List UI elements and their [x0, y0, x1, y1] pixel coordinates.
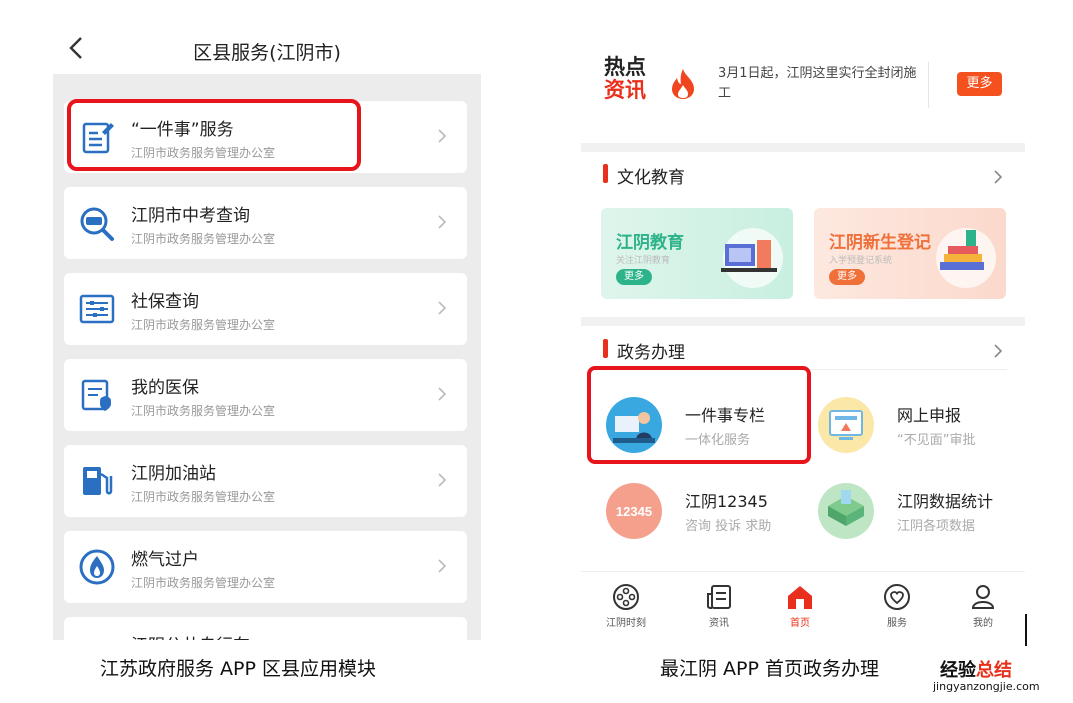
chevron-right-icon	[438, 559, 447, 573]
service-data-statistics[interactable]: 江阴数据统计 江阴各项数据	[817, 482, 1025, 552]
exam-search-icon	[80, 207, 114, 241]
card-subtitle: 关注江阴教育	[616, 256, 671, 266]
classroom-illustration-icon	[721, 228, 783, 288]
chevron-right-icon[interactable]	[993, 169, 1003, 185]
highlight-box-one-thing-service	[67, 99, 361, 171]
service-12345-hotline[interactable]: 12345 江阴12345 咨询 投诉 求助	[605, 482, 815, 552]
tab-jiangyin-moment[interactable]: 江阴时刻	[596, 582, 656, 629]
hot-news-logo: 热点 资讯	[604, 56, 654, 102]
item-title: 江阴公共自行车	[131, 631, 250, 640]
list-item[interactable]: 江阴加油站 江阴市政务服务管理办公室	[64, 445, 467, 517]
tab-news[interactable]: 资讯	[689, 582, 749, 629]
hot-news-title-line1: 热点	[604, 55, 646, 79]
home-icon	[788, 586, 812, 609]
bottom-tab-bar: 江阴时刻 资讯 首页 服务 我的	[581, 571, 1025, 640]
medical-insurance-icon	[81, 379, 111, 411]
chevron-right-icon	[438, 129, 447, 143]
tab-services[interactable]: 服务	[867, 582, 927, 629]
heart-service-icon	[884, 584, 910, 610]
tab-label: 资讯	[709, 618, 729, 629]
books-illustration-icon	[936, 228, 996, 288]
card-title: 江阴教育	[616, 233, 684, 253]
chevron-right-icon	[438, 387, 447, 401]
divider	[1025, 614, 1027, 646]
fuel-pump-icon	[83, 467, 113, 495]
left-header: 区县服务(江阴市)	[53, 18, 481, 74]
hot-news-title-line2: 资讯	[604, 78, 646, 102]
card-subtitle: 入学预登记系统	[829, 256, 893, 266]
watermark-text-a: 经验	[940, 660, 976, 681]
news-icon	[707, 585, 731, 609]
card-title: 江阴新生登记	[829, 233, 931, 253]
hot-news-headline[interactable]: 3月1日起，江阴这里实行全封闭施工	[718, 64, 918, 104]
section-accent-bar	[603, 164, 608, 183]
hotline-badge-text: 12345	[616, 504, 652, 519]
flame-icon	[672, 69, 694, 99]
edu-card[interactable]: 江阴教育 关注江阴教育 更多	[601, 208, 793, 299]
right-phone-screen: 热点 资讯 3月1日起，江阴这里实行全封闭施工 更多 文化教育 江阴教育 关注江…	[581, 28, 1025, 640]
section-separator	[581, 317, 1025, 326]
tab-home[interactable]: 首页	[770, 582, 830, 629]
service-subtitle: 咨询 投诉 求助	[685, 519, 772, 534]
tab-mine[interactable]: 我的	[953, 582, 1013, 629]
gas-flame-icon	[79, 549, 115, 585]
chevron-right-icon	[438, 301, 447, 315]
item-title: 燃气过户	[131, 550, 199, 570]
page-title: 区县服务(江阴市)	[193, 42, 341, 64]
item-title: 社保查询	[131, 292, 199, 312]
tab-label: 江阴时刻	[606, 618, 646, 629]
online-form-icon	[818, 397, 874, 453]
service-subtitle: 江阴各项数据	[897, 519, 976, 534]
tab-label: 服务	[887, 618, 907, 629]
list-item[interactable]: 江阴市中考查询 江阴市政务服务管理办公室	[64, 187, 467, 259]
hot-news-more-button[interactable]: 更多	[957, 72, 1002, 96]
gov-section-title: 政务办理	[617, 343, 685, 363]
item-subtitle: 江阴市政务服务管理办公室	[131, 318, 276, 332]
watermark-text-b: 总结	[976, 660, 1012, 681]
item-subtitle: 江阴市政务服务管理办公室	[131, 404, 276, 418]
section-separator	[581, 143, 1025, 152]
chevron-right-icon	[438, 473, 447, 487]
data-statistics-icon	[818, 483, 874, 539]
item-title: 我的医保	[131, 378, 199, 398]
culture-section-title: 文化教育	[617, 168, 685, 188]
service-title: 江阴12345	[685, 492, 768, 511]
item-subtitle: 江阴市政务服务管理办公室	[131, 490, 276, 504]
item-title: 江阴市中考查询	[131, 206, 250, 226]
item-subtitle: 江阴市政务服务管理办公室	[131, 232, 276, 246]
hotline-12345-icon: 12345	[606, 483, 662, 539]
card-more-button[interactable]: 更多	[829, 269, 865, 285]
service-title: 江阴数据统计	[897, 492, 994, 511]
list-item[interactable]: 我的医保 江阴市政务服务管理办公室	[64, 359, 467, 431]
social-security-icon	[79, 294, 115, 324]
list-item[interactable]: 社保查询 江阴市政务服务管理办公室	[64, 273, 467, 345]
left-caption: 江苏政府服务 APP 区县应用模块	[100, 658, 376, 680]
divider	[928, 62, 929, 108]
right-caption: 最江阴 APP 首页政务办理	[660, 658, 879, 680]
tab-label: 我的	[973, 618, 993, 629]
card-more-button[interactable]: 更多	[616, 269, 652, 285]
bike-icon	[78, 634, 116, 640]
service-online-declaration[interactable]: 网上申报 “不见面”审批	[817, 396, 1025, 466]
user-icon	[971, 585, 995, 609]
list-item[interactable]: 燃气过户 江阴市政务服务管理办公室	[64, 531, 467, 603]
tab-label: 首页	[790, 618, 810, 629]
film-reel-icon	[613, 584, 639, 610]
chevron-right-icon[interactable]	[993, 343, 1003, 359]
enrollment-card[interactable]: 江阴新生登记 入学预登记系统 更多	[814, 208, 1006, 299]
list-item[interactable]: 江阴公共自行车	[64, 617, 467, 640]
watermark-url: jingyanzongjie.com	[933, 680, 1040, 693]
watermark-logo: 经验总结	[940, 656, 1012, 682]
item-title: 江阴加油站	[131, 464, 216, 484]
highlight-box-one-thing-column	[587, 366, 811, 464]
section-accent-bar	[603, 339, 608, 358]
service-subtitle: “不见面”审批	[897, 433, 976, 448]
item-subtitle: 江阴市政务服务管理办公室	[131, 576, 276, 590]
chevron-right-icon	[438, 215, 447, 229]
service-title: 网上申报	[897, 406, 962, 425]
